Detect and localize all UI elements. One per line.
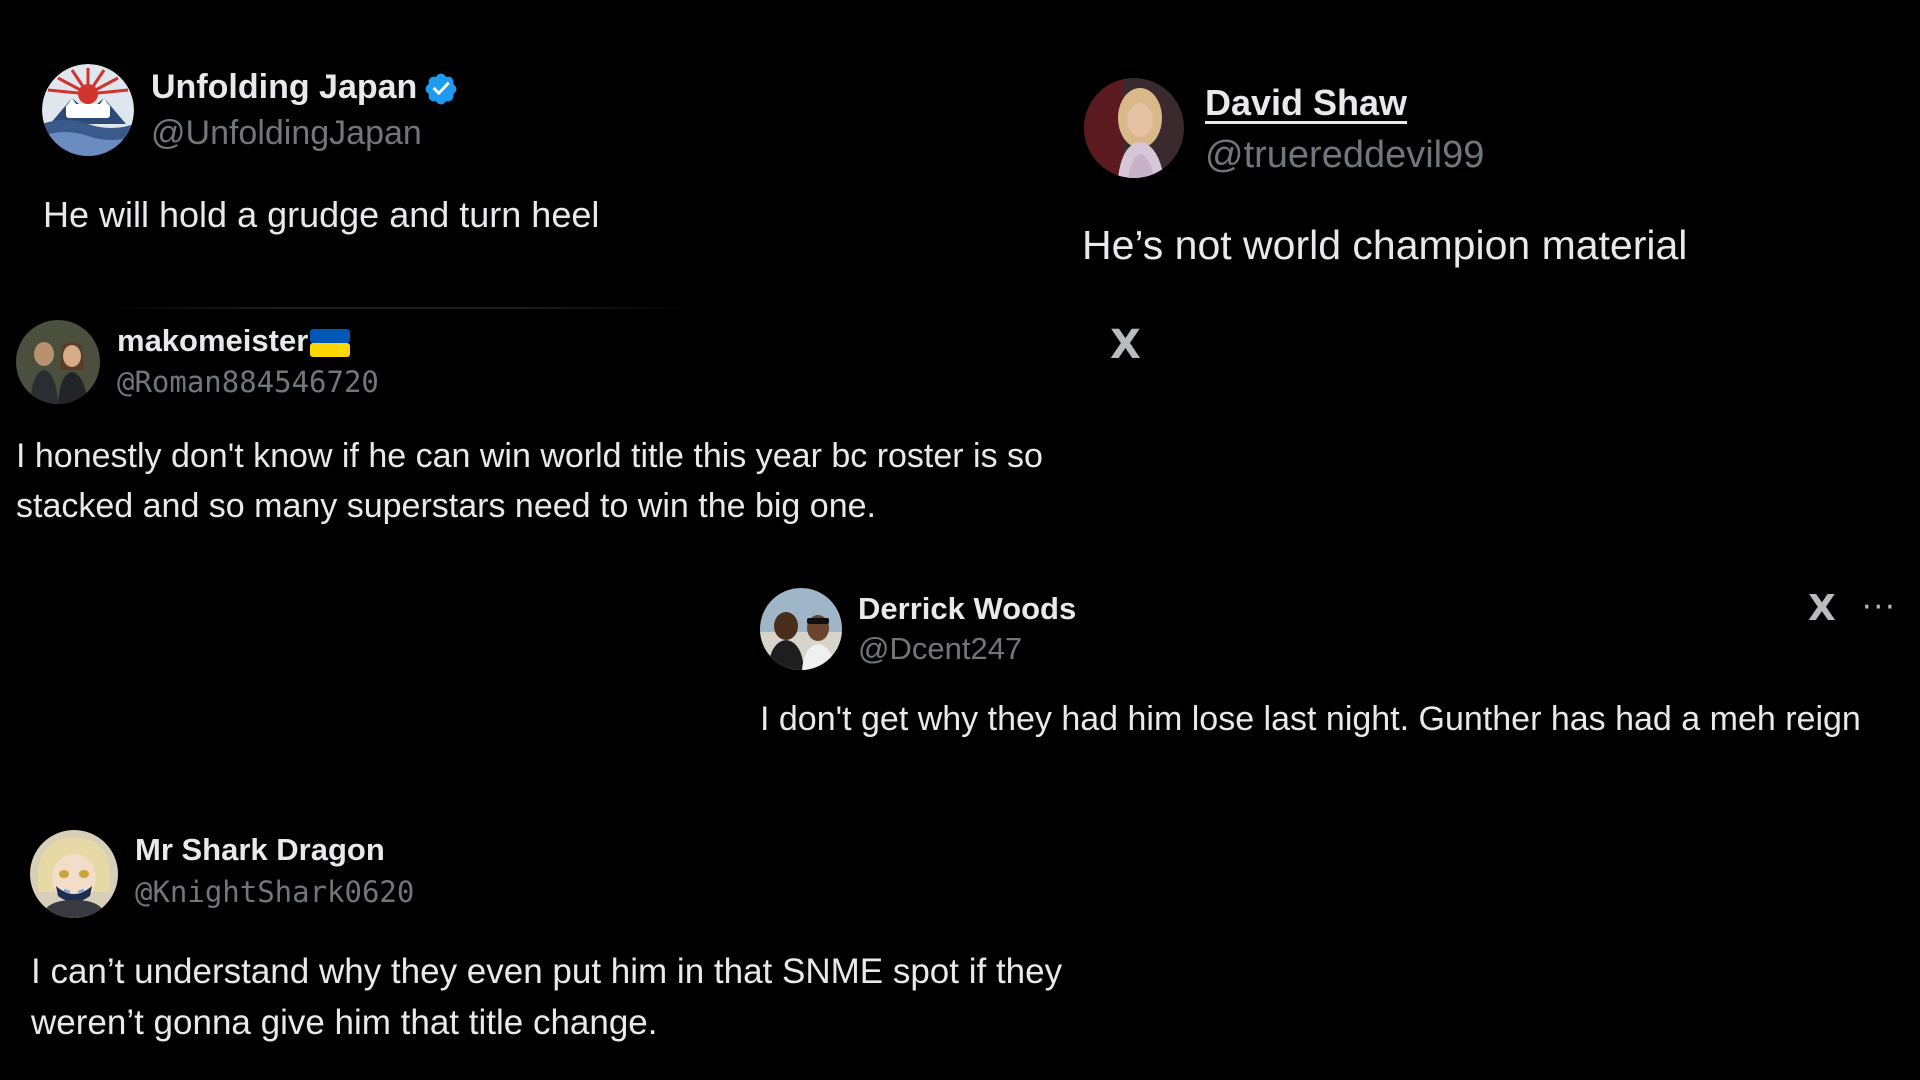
tweet-text-line: weren’t gonna give him that title change… <box>31 1003 658 1042</box>
tweet-card: makomeister @Roman884546720 I honestly d… <box>0 310 1160 540</box>
more-options-icon[interactable]: ··· <box>1862 590 1897 625</box>
handle[interactable]: @KnightShark0620 <box>135 875 414 909</box>
tweet-card: Derrick Woods @Dcent247 I don't get why … <box>740 570 1920 750</box>
avatar[interactable] <box>1084 78 1184 178</box>
tweet-text: He will hold a grudge and turn heel <box>43 194 600 235</box>
ukraine-flag-icon <box>310 328 351 357</box>
tweet-collage: Unfolding Japan @UnfoldingJapan He will … <box>0 0 1920 1080</box>
avatar[interactable] <box>16 320 100 404</box>
avatar[interactable] <box>30 830 118 918</box>
display-name[interactable]: Unfolding Japan <box>151 68 459 107</box>
x-logo-icon[interactable]: X <box>1808 588 1836 629</box>
verified-badge-icon <box>425 73 457 105</box>
handle[interactable]: @Dcent247 <box>858 631 1022 667</box>
display-name[interactable]: David Shaw <box>1205 82 1407 124</box>
handle[interactable]: @UnfoldingJapan <box>151 114 422 153</box>
tweet-text-line: stacked and so many superstars need to w… <box>16 487 876 525</box>
tweet-card: Mr Shark Dragon @KnightShark0620 I can’t… <box>0 800 1180 1060</box>
tweet-text-line: I can’t understand why they even put him… <box>31 952 1063 991</box>
display-name[interactable]: Mr Shark Dragon <box>135 832 385 868</box>
tweet-card: Unfolding Japan @UnfoldingJapan He will … <box>0 0 1000 260</box>
avatar[interactable] <box>42 64 134 156</box>
divider <box>100 307 700 309</box>
display-name[interactable]: makomeister <box>117 323 351 359</box>
display-name-text: makomeister <box>117 323 309 358</box>
x-logo-icon[interactable]: X <box>1110 322 1141 368</box>
handle[interactable]: @truereddevil99 <box>1205 134 1484 177</box>
display-name[interactable]: Derrick Woods <box>858 591 1076 627</box>
tweet-text: He’s not world champion material <box>1082 222 1688 268</box>
tweet-text: I don't get why they had him lose last n… <box>760 700 1861 738</box>
handle[interactable]: @Roman884546720 <box>117 365 379 399</box>
tweet-card: David Shaw @truereddevil99 He’s not worl… <box>1060 0 1920 300</box>
tweet-text-line: I honestly don't know if he can win worl… <box>16 437 1043 475</box>
avatar[interactable] <box>760 588 842 670</box>
display-name-text: Unfolding Japan <box>151 68 418 106</box>
